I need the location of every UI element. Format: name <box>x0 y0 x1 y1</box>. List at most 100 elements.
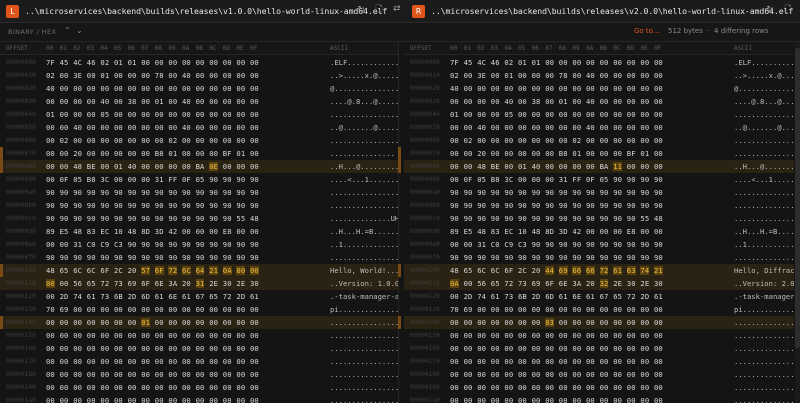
hex-byte[interactable]: 40 <box>182 123 191 132</box>
hex-byte[interactable]: 00 <box>545 97 554 106</box>
hex-byte[interactable]: 90 <box>236 240 245 249</box>
hex-byte[interactable]: 61 <box>491 292 500 301</box>
hex-byte[interactable]: 90 <box>155 201 164 210</box>
hex-byte[interactable]: 00 <box>141 97 150 106</box>
hex-byte[interactable]: 3D <box>155 227 164 236</box>
hex-byte[interactable]: 00 <box>209 344 218 353</box>
hex-byte[interactable]: 00 <box>613 71 622 80</box>
hex-byte[interactable]: 00 <box>141 136 150 145</box>
hex-byte[interactable]: 00 <box>168 305 177 314</box>
hex-byte[interactable]: 00 <box>559 110 568 119</box>
hex-byte[interactable]: 00 <box>155 58 164 67</box>
hex-byte[interactable]: 90 <box>464 214 473 223</box>
hex-byte[interactable]: 00 <box>600 357 609 366</box>
hex-byte[interactable]: 00 <box>450 370 459 379</box>
hex-byte[interactable]: 00 <box>613 84 622 93</box>
hex-byte[interactable]: 90 <box>613 201 622 210</box>
hex-byte[interactable]: 00 <box>545 370 554 379</box>
hex-byte[interactable]: 90 <box>73 188 82 197</box>
hex-byte[interactable]: 90 <box>250 240 259 249</box>
hex-byte[interactable]: 2E <box>613 279 622 288</box>
hex-byte[interactable]: 01 <box>559 97 568 106</box>
hex-byte[interactable]: 90 <box>559 214 568 223</box>
hex-byte[interactable]: 01 <box>640 149 649 158</box>
hex-row[interactable]: 000000e0 00 00 31 C0 C9 C3 90 90 90 90 90 90 90 90 90 90… <box>404 238 794 251</box>
hex-byte[interactable]: 90 <box>613 214 622 223</box>
hex-byte[interactable]: 90 <box>627 201 636 210</box>
hex-byte[interactable]: 2D <box>236 292 245 301</box>
hex-row[interactable]: 00000070 00 00 20 00 00 00 00 00 B8 01 00 00 00 BF 01 00… <box>0 147 398 160</box>
hex-byte[interactable]: 00 <box>236 97 245 106</box>
hex-byte[interactable]: 69 <box>558 266 568 275</box>
hex-byte[interactable]: 00 <box>73 110 82 119</box>
hex-row[interactable]: 000000e0 00 00 31 C0 C9 C3 90 90 90 90 90 90 90 90 90 90… <box>0 238 398 251</box>
hex-byte[interactable]: 48 <box>477 227 486 236</box>
hex-byte[interactable]: 00 <box>250 123 259 132</box>
hex-byte[interactable]: 90 <box>100 253 109 262</box>
hex-byte[interactable]: 00 <box>627 162 636 171</box>
hex-byte[interactable]: 00 <box>223 357 232 366</box>
hex-byte[interactable]: 90 <box>586 201 595 210</box>
hex-byte[interactable]: 90 <box>141 188 150 197</box>
hex-byte[interactable]: 78 <box>155 71 164 80</box>
hex-byte[interactable]: 00 <box>60 344 69 353</box>
hex-byte[interactable]: 00 <box>141 344 150 353</box>
hex-byte[interactable]: 90 <box>504 214 513 223</box>
hex-byte[interactable]: 00 <box>518 97 527 106</box>
hex-byte[interactable]: 90 <box>155 253 164 262</box>
hex-byte[interactable]: 00 <box>236 305 245 314</box>
hex-byte[interactable]: 00 <box>613 383 622 392</box>
hex-byte[interactable]: 38 <box>532 97 541 106</box>
hex-byte[interactable]: 00 <box>627 58 636 67</box>
hex-byte[interactable]: 00 <box>450 162 459 171</box>
hex-byte[interactable]: 00 <box>128 370 137 379</box>
hex-row[interactable]: 00000020 40 00 00 00 00 00 00 00 00 00 00 00 00 00 00 00… <box>0 82 398 95</box>
hex-byte[interactable]: 00 <box>87 84 96 93</box>
hex-row[interactable]: 00000040 01 00 00 00 05 00 00 00 00 00 00 00 00 00 00 00… <box>404 108 794 121</box>
hex-byte[interactable]: 00 <box>141 149 150 158</box>
hex-byte[interactable]: 00 <box>504 123 513 132</box>
hex-byte[interactable]: 00 <box>236 318 245 327</box>
hex-byte[interactable]: 00 <box>114 110 123 119</box>
hex-byte[interactable]: 00 <box>182 357 191 366</box>
hex-byte[interactable]: 00 <box>128 71 137 80</box>
hex-byte[interactable]: 42 <box>572 227 581 236</box>
hex-byte[interactable]: 90 <box>586 240 595 249</box>
hex-byte[interactable]: 90 <box>654 240 663 249</box>
hex-byte[interactable]: 00 <box>640 318 649 327</box>
hex-byte[interactable]: 00 <box>654 318 663 327</box>
hex-byte[interactable]: 00 <box>128 84 137 93</box>
hex-byte[interactable]: 7F <box>46 58 55 67</box>
hex-byte[interactable]: 78 <box>559 71 568 80</box>
hex-byte[interactable]: 00 <box>640 136 649 145</box>
goto-link[interactable]: Go to… <box>634 27 660 35</box>
hex-byte[interactable]: 00 <box>572 305 581 314</box>
hex-byte[interactable]: 00 <box>168 71 177 80</box>
hex-byte[interactable]: 90 <box>532 253 541 262</box>
hex-byte[interactable]: 67 <box>196 292 205 301</box>
hex-byte[interactable]: 00 <box>114 396 123 403</box>
hex-byte[interactable]: 00 <box>168 123 177 132</box>
hex-byte[interactable]: 00 <box>572 383 581 392</box>
hex-byte[interactable]: 00 <box>196 84 205 93</box>
hex-byte[interactable]: 90 <box>250 253 259 262</box>
hex-byte[interactable]: 02 <box>504 58 513 67</box>
hex-byte[interactable]: 00 <box>100 357 109 366</box>
hex-byte[interactable]: 00 <box>491 370 500 379</box>
hex-byte[interactable]: 48 <box>532 227 541 236</box>
hex-byte[interactable]: 90 <box>168 214 177 223</box>
hex-byte[interactable]: 01 <box>518 58 527 67</box>
hex-byte[interactable]: 00 <box>223 123 232 132</box>
hex-byte[interactable]: 30 <box>627 279 636 288</box>
hex-byte[interactable]: 02 <box>572 136 581 145</box>
hex-byte[interactable]: 05 <box>73 175 82 184</box>
hex-byte[interactable]: 74 <box>73 292 82 301</box>
hex-byte[interactable]: 00 <box>250 97 259 106</box>
hex-byte[interactable]: 00 <box>223 58 232 67</box>
hex-byte[interactable]: 90 <box>491 201 500 210</box>
hex-byte[interactable]: EC <box>100 227 109 236</box>
hex-byte[interactable]: 00 <box>504 318 513 327</box>
hex-byte[interactable]: 90 <box>73 214 82 223</box>
hex-byte[interactable]: 00 <box>141 84 150 93</box>
hex-row[interactable]: 000000d0 89 E5 48 83 EC 10 48 8D 3D 42 00 00 00 E8 00 00… <box>404 225 794 238</box>
